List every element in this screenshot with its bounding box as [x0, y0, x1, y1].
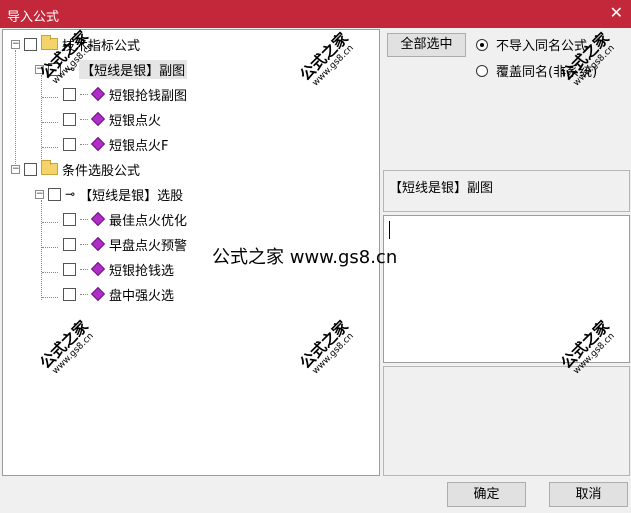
tree-label: 条件选股公式: [62, 163, 141, 179]
formula-icon: [90, 136, 106, 152]
checkbox[interactable]: [63, 137, 76, 151]
tree-item[interactable]: 短银抢钱副图: [59, 83, 187, 105]
tree-root-selection[interactable]: − 条件选股公式: [11, 158, 140, 180]
checkbox[interactable]: [63, 212, 76, 226]
tree-label: 【短线是银】副图: [79, 59, 188, 79]
tree-label: 短银点火F: [109, 138, 169, 154]
radio-label: 不导入同名公式: [496, 39, 588, 54]
tree-item[interactable]: 短银点火: [59, 108, 161, 130]
formula-icon: [90, 86, 106, 102]
close-icon[interactable]: ✕: [610, 3, 623, 22]
formula-icon: [90, 286, 106, 302]
tree-item[interactable]: 短银点火F: [59, 133, 168, 155]
cancel-button[interactable]: 取消: [549, 482, 628, 507]
radio-icon[interactable]: [476, 64, 488, 77]
tree-label: 短银抢钱选: [109, 263, 175, 279]
ok-button[interactable]: 确定: [447, 482, 526, 507]
tree-label: 短银抢钱副图: [109, 88, 188, 104]
checkbox[interactable]: [24, 37, 37, 51]
tree-item[interactable]: 早盘点火预警: [59, 233, 187, 255]
radio-skip-duplicates[interactable]: 不导入同名公式: [476, 35, 587, 54]
collapse-icon[interactable]: −: [11, 164, 20, 174]
formula-icon: [90, 111, 106, 127]
select-all-button[interactable]: 全部选中: [387, 33, 466, 57]
folder-icon: [41, 35, 58, 50]
folder-icon: [41, 160, 58, 175]
watermark-center: 公式之家 www.gs8.cn: [212, 247, 398, 268]
tree-label: 最佳点火优化: [109, 213, 188, 229]
checkbox[interactable]: [48, 187, 61, 201]
checkbox[interactable]: [63, 287, 76, 301]
checkbox[interactable]: [63, 87, 76, 101]
collapse-icon[interactable]: −: [35, 189, 44, 199]
detail-box: [383, 366, 630, 476]
checkbox[interactable]: [63, 262, 76, 276]
tree-label: 盘中强火选: [109, 288, 175, 304]
formula-icon: [90, 261, 106, 277]
selected-name: 【短线是银】副图: [389, 181, 494, 196]
tree-label: 早盘点火预警: [109, 238, 188, 254]
title-bar: 导入公式 ✕: [0, 0, 631, 28]
key-icon: ⊸: [65, 187, 76, 201]
selected-name-box: 【短线是银】副图: [383, 170, 630, 212]
checkbox[interactable]: [63, 237, 76, 251]
tree-item[interactable]: 盘中强火选: [59, 283, 174, 305]
window-title: 导入公式: [7, 10, 60, 25]
radio-icon[interactable]: [476, 38, 488, 51]
tree-group-xuangu[interactable]: − ⊸ 【短线是银】选股: [35, 183, 183, 205]
tree-label: 短银点火: [109, 113, 162, 129]
checkbox[interactable]: [24, 162, 37, 176]
text-cursor: [389, 221, 390, 239]
formula-icon: [90, 211, 106, 227]
checkbox[interactable]: [63, 112, 76, 126]
tree-label: 【短线是银】选股: [79, 188, 184, 204]
collapse-icon[interactable]: −: [11, 39, 20, 49]
formula-icon: [90, 236, 106, 252]
tree-item[interactable]: 短银抢钱选: [59, 258, 174, 280]
tree-item[interactable]: 最佳点火优化: [59, 208, 187, 230]
